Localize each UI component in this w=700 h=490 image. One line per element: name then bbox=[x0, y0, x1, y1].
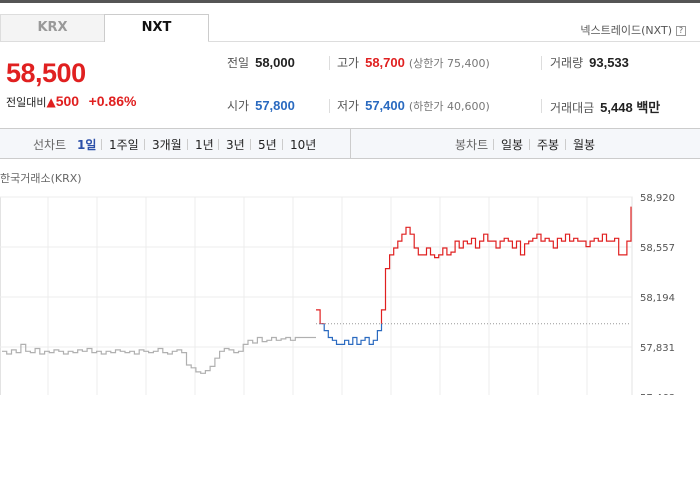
stat-prev-label: 전일 bbox=[227, 56, 250, 70]
period-divider bbox=[101, 139, 102, 150]
period-divider bbox=[282, 139, 283, 150]
candle-chart-label: 봉차트 bbox=[455, 138, 489, 152]
y-tick-label: 58,194 bbox=[640, 293, 675, 304]
stat-open-label: 시가 bbox=[227, 99, 250, 113]
nxt-info-link[interactable]: 넥스트레이드(NXT)? bbox=[580, 22, 686, 38]
candle-weekly-button[interactable]: 주봉 bbox=[537, 136, 559, 153]
stat-divider bbox=[541, 56, 542, 70]
candle-monthly-button[interactable]: 월봉 bbox=[573, 136, 595, 153]
quote-stats: 전일 58,000 고가 58,700 (상한가 75,400) 거래량 93,533 … bbox=[210, 44, 700, 128]
stat-divider bbox=[329, 99, 330, 113]
stat-lower-limit: (하한가 40,600) bbox=[408, 100, 490, 113]
period-divider bbox=[529, 139, 530, 150]
period-divider bbox=[187, 139, 188, 150]
help-icon[interactable]: ? bbox=[676, 26, 686, 36]
stat-open-value: 57,800 bbox=[255, 98, 295, 113]
stat-divider bbox=[541, 99, 542, 113]
period-divider bbox=[250, 139, 251, 150]
up-arrow-icon: ▲ bbox=[46, 95, 56, 109]
tab-divider bbox=[208, 41, 700, 42]
period-bar-divider bbox=[350, 129, 351, 158]
line-chart-label: 선차트 bbox=[33, 138, 67, 152]
period-5y-button[interactable]: 5년 bbox=[258, 136, 277, 153]
tab-nxt[interactable]: NXT bbox=[104, 14, 209, 42]
stat-upper-limit: (상한가 75,400) bbox=[408, 57, 490, 70]
tab-krx[interactable]: KRX bbox=[0, 14, 105, 42]
plot-frame bbox=[0, 196, 633, 395]
stat-volume-value: 93,533 bbox=[589, 55, 629, 70]
stat-low-value: 57,400 bbox=[365, 98, 405, 113]
stat-high-label: 고가 bbox=[337, 56, 360, 70]
y-tick-label: 58,920 bbox=[640, 193, 675, 204]
stat-prev: 전일 58,000 bbox=[227, 54, 295, 71]
stat-high: 고가 58,700 (상한가 75,400) bbox=[337, 54, 490, 71]
stat-amount: 거래대금 5,448 백만 bbox=[550, 97, 660, 116]
stat-amount-value: 5,448 백만 bbox=[600, 100, 661, 115]
stat-prev-value: 58,000 bbox=[255, 55, 295, 70]
period-3y-button[interactable]: 3년 bbox=[226, 136, 245, 153]
period-1y-button[interactable]: 1년 bbox=[195, 136, 214, 153]
nxt-info-label: 넥스트레이드(NXT) bbox=[580, 24, 672, 37]
intraday-price-chart: 58,920 58,557 58,194 57,831 57,468 bbox=[0, 193, 675, 395]
change-value: 500 bbox=[55, 93, 80, 109]
change-label: 전일대비 bbox=[6, 96, 47, 109]
top-border bbox=[0, 0, 700, 3]
y-tick-label: 57,831 bbox=[640, 343, 675, 354]
stat-volume-label: 거래량 bbox=[550, 56, 584, 70]
period-10y-button[interactable]: 10년 bbox=[290, 136, 316, 153]
period-divider bbox=[493, 139, 494, 150]
y-tick-label: 57,468 bbox=[640, 393, 675, 395]
change-percent: +0.86% bbox=[88, 93, 137, 109]
stat-divider bbox=[329, 56, 330, 70]
period-3m-button[interactable]: 3개월 bbox=[152, 136, 182, 153]
period-divider bbox=[218, 139, 219, 150]
price-change: 전일대비▲500 +0.86% bbox=[6, 93, 136, 110]
period-bar: 선차트 1일 1주일 3개월 1년 3년 5년 10년 봉차트 일봉 주봉 월봉 bbox=[0, 128, 700, 159]
period-divider bbox=[565, 139, 566, 150]
current-price: 58,500 bbox=[6, 58, 86, 88]
stat-low: 저가 57,400 (하한가 40,600) bbox=[337, 97, 490, 114]
y-tick-label: 58,557 bbox=[640, 243, 675, 254]
candle-daily-button[interactable]: 일봉 bbox=[501, 136, 523, 153]
stat-volume: 거래량 93,533 bbox=[550, 54, 629, 71]
period-divider bbox=[144, 139, 145, 150]
stat-open: 시가 57,800 bbox=[227, 97, 295, 114]
krx-price-line bbox=[2, 336, 300, 374]
stat-amount-label: 거래대금 bbox=[550, 101, 595, 115]
period-1d-button[interactable]: 1일 bbox=[77, 136, 96, 153]
stat-low-label: 저가 bbox=[337, 99, 360, 113]
chart-source-label: 한국거래소(KRX) bbox=[0, 172, 82, 185]
stat-high-value: 58,700 bbox=[365, 55, 405, 70]
period-1w-button[interactable]: 1주일 bbox=[109, 136, 139, 153]
